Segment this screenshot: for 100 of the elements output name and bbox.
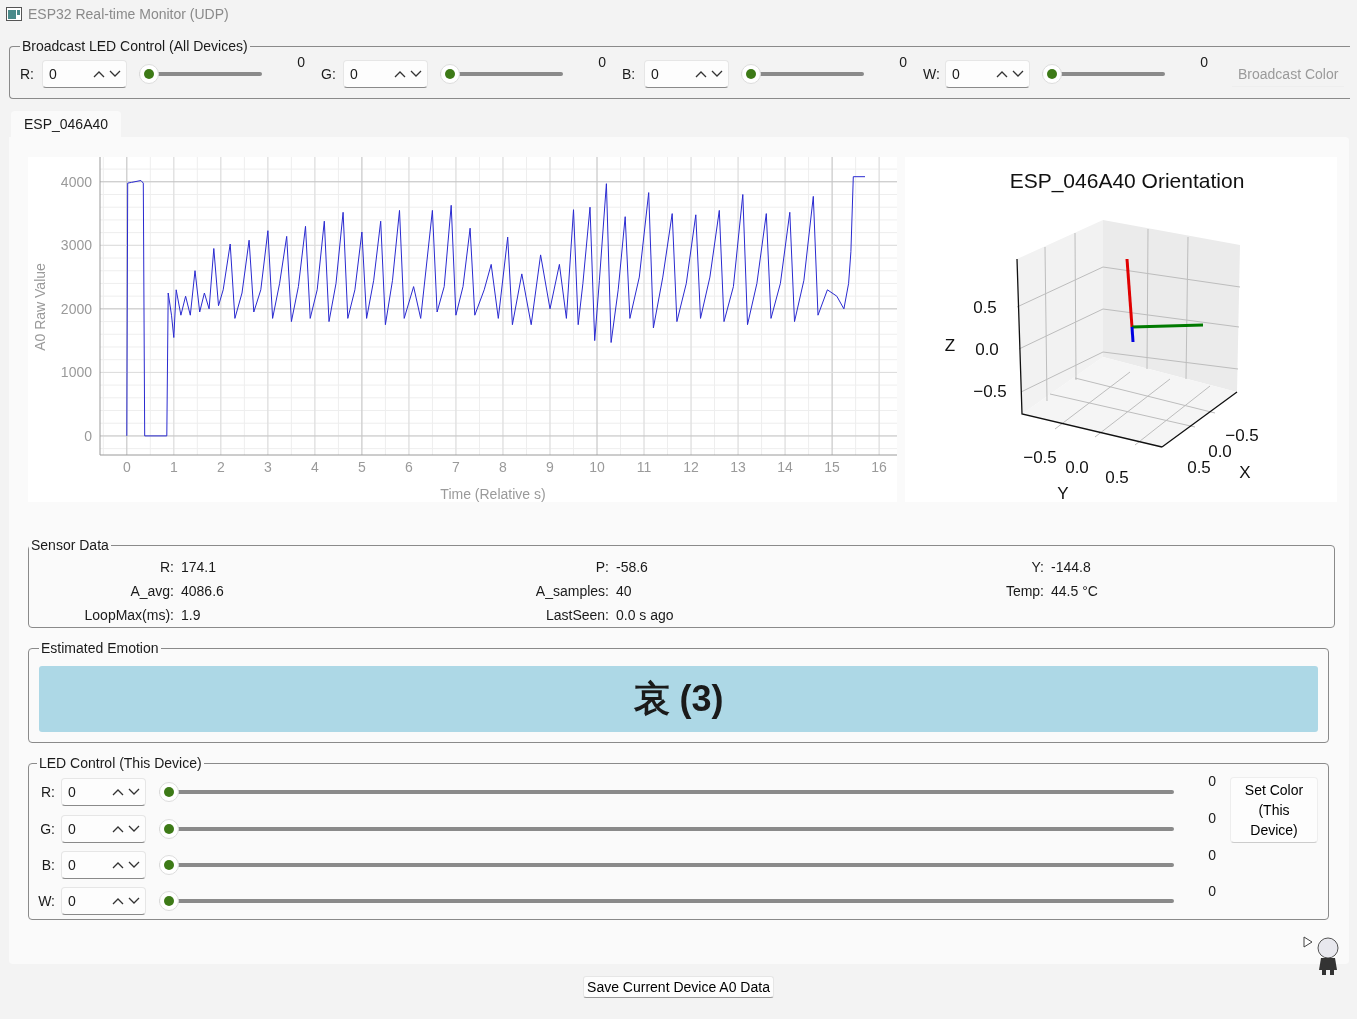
y-tick-label: 2000 — [60, 300, 92, 317]
slider-thumb[interactable] — [159, 855, 179, 875]
cursor-icon — [1303, 936, 1313, 948]
emotion-display: 哀 (3) — [39, 666, 1318, 732]
spin-box[interactable]: 0 — [61, 887, 146, 915]
save-button[interactable]: Save Current Device A0 Data — [583, 976, 774, 998]
x-axis-title: Time (Relative s) — [440, 486, 546, 502]
chevron-down-icon[interactable] — [128, 897, 140, 905]
slider-thumb[interactable] — [159, 781, 179, 802]
x-tick-label: 3 — [263, 459, 272, 475]
group-title: LED Control (This Device) — [38, 755, 203, 771]
field-label: A_avg: — [129, 583, 174, 599]
spin-box[interactable]: 0 — [61, 851, 146, 879]
chevron-up-icon[interactable] — [996, 70, 1008, 78]
spin-box[interactable]: 0 — [945, 60, 1030, 88]
field-label: Y: — [1030, 559, 1044, 575]
channel-label: R: — [20, 66, 35, 82]
y-tick-label: 0.0 — [1065, 458, 1089, 477]
y-tick-label: 0.5 — [1105, 468, 1129, 487]
z-tick-label: 0.0 — [975, 340, 999, 359]
field-label: R: — [159, 559, 174, 575]
slider[interactable] — [159, 781, 1174, 802]
spin-box[interactable]: 0 — [343, 60, 428, 88]
slider-value: 0 — [296, 54, 305, 70]
x-tick-label: 15 — [824, 459, 840, 475]
x-tick-label: 6 — [405, 459, 413, 475]
spin-box[interactable]: 0 — [61, 814, 146, 843]
field-value: 40 — [616, 583, 632, 599]
channel-label: W: — [923, 66, 941, 82]
window-title: ESP32 Real-time Monitor (UDP) — [28, 6, 229, 22]
set-color-button[interactable]: Set Color (This Device) — [1230, 777, 1318, 843]
chevron-up-icon[interactable] — [112, 824, 124, 833]
x-tick-label: 1 — [169, 459, 178, 475]
field-label: Temp: — [1004, 583, 1044, 599]
plot-title: ESP_046A40 Orientation — [1009, 169, 1245, 192]
window-icon — [6, 7, 22, 21]
spin-box[interactable]: 0 — [42, 60, 127, 88]
x-tick-label: 9 — [546, 459, 554, 475]
x-tick-label: 14 — [777, 459, 793, 475]
slider[interactable] — [440, 64, 563, 84]
field-value: -58.6 — [616, 559, 648, 575]
slider-value: 0 — [1207, 883, 1217, 899]
slider-thumb[interactable] — [440, 64, 460, 84]
slider[interactable] — [159, 855, 1174, 875]
group-title: Estimated Emotion — [40, 640, 160, 656]
field-label: A_samples: — [534, 583, 609, 599]
field-value: 44.5 °C — [1051, 583, 1098, 599]
channel-label: B: — [622, 66, 637, 82]
chevron-up-icon[interactable] — [112, 861, 124, 869]
chevron-down-icon[interactable] — [128, 787, 140, 796]
slider-thumb[interactable] — [139, 64, 159, 84]
chevron-down-icon[interactable] — [1012, 70, 1024, 78]
chevron-up-icon[interactable] — [695, 70, 707, 78]
chevron-up-icon[interactable] — [112, 897, 124, 905]
slider-thumb[interactable] — [159, 818, 179, 839]
x-tick-label: 13 — [730, 459, 746, 475]
z-tick-label: 0.5 — [973, 298, 997, 317]
x-axis-label: X — [1239, 463, 1251, 482]
slider-thumb[interactable] — [1042, 64, 1062, 84]
field-value: 1.9 — [181, 607, 201, 623]
slider-value: 0 — [597, 54, 606, 70]
device-tab[interactable]: ESP_046A40 — [11, 111, 122, 137]
slider[interactable] — [1042, 64, 1165, 84]
chevron-down-icon[interactable] — [109, 70, 121, 78]
field-label: LoopMax(ms): — [83, 607, 174, 623]
y-tick-label: 3000 — [60, 237, 92, 254]
channel-label: W: — [37, 893, 56, 909]
channel-label: B: — [40, 857, 56, 873]
slider[interactable] — [139, 64, 262, 84]
x-tick-label: 4 — [311, 459, 319, 475]
slider[interactable] — [159, 818, 1174, 839]
x-tick-label: 0 — [122, 459, 131, 475]
slider-thumb[interactable] — [741, 64, 761, 84]
chevron-down-icon[interactable] — [711, 70, 723, 78]
slider-value: 0 — [1207, 810, 1217, 826]
slider-thumb[interactable] — [159, 891, 179, 911]
spin-box[interactable]: 0 — [61, 777, 146, 806]
field-label: LastSeen: — [544, 607, 609, 623]
y-tick-label: 1000 — [60, 364, 92, 381]
field-value: 0.0 s ago — [616, 607, 674, 623]
chevron-down-icon[interactable] — [410, 70, 422, 78]
channel-label: G: — [39, 820, 56, 837]
field-value: 174.1 — [181, 559, 217, 575]
chevron-up-icon[interactable] — [93, 70, 105, 78]
x-tick-label: 10 — [589, 459, 605, 475]
field-value: 4086.6 — [181, 583, 224, 599]
x-tick-label: −0.5 — [1225, 426, 1259, 445]
y-tick-label: 4000 — [60, 173, 92, 190]
y-tick-label: −0.5 — [1023, 448, 1057, 467]
chevron-up-icon[interactable] — [394, 70, 406, 78]
group-title: Broadcast LED Control (All Devices) — [21, 38, 249, 54]
slider[interactable] — [159, 891, 1174, 911]
chevron-up-icon[interactable] — [112, 787, 124, 796]
chevron-down-icon[interactable] — [128, 861, 140, 869]
x-tick-label: 5 — [358, 459, 366, 475]
chevron-down-icon[interactable] — [128, 824, 140, 833]
field-value: -144.8 — [1051, 559, 1091, 575]
slider[interactable] — [741, 64, 864, 84]
slider-value: 0 — [1199, 54, 1208, 70]
spin-box[interactable]: 0 — [644, 60, 729, 88]
